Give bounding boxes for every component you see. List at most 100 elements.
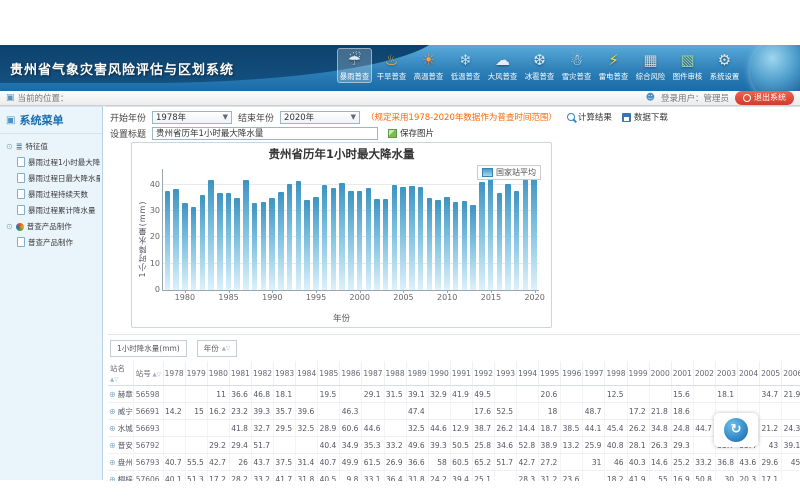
calculate-button[interactable]: 计算结果 — [567, 111, 612, 123]
row-expander-icon[interactable]: ⊕ — [109, 424, 116, 433]
row-expander-icon[interactable]: ⊕ — [109, 407, 116, 416]
year-column-header-1988[interactable]: 1988 — [384, 361, 406, 386]
sidebar-item-1-0[interactable]: 普查产品制作 — [2, 234, 100, 250]
tree-toggle-icon[interactable]: ⊙ — [6, 222, 13, 231]
year-column-header-1994[interactable]: 1994 — [517, 361, 539, 386]
value-cell-56793-1994: 42.7 — [517, 454, 539, 471]
logout-button[interactable]: 退出系统 — [735, 91, 794, 105]
year-column-header-2000[interactable]: 2000 — [649, 361, 671, 386]
year-column-header-1993[interactable]: 1993 — [494, 361, 516, 386]
year-column-header-2001[interactable]: 2001 — [671, 361, 693, 386]
map-review-icon: ▧ — [670, 50, 705, 70]
year-column-header-2004[interactable]: 2004 — [738, 361, 760, 386]
download-data-button[interactable]: 数据下载 — [622, 111, 668, 123]
nav-item-map-review[interactable]: ▧图件审核 — [670, 48, 705, 83]
year-column-header-2002[interactable]: 2002 — [693, 361, 715, 386]
col-name-header[interactable]: 站名 ▲▽ — [108, 361, 133, 386]
sidebar-group-0[interactable]: ⊙≣特征值 — [2, 138, 100, 154]
value-cell-56598-1980: 11 — [207, 386, 229, 403]
year-sort-filter[interactable]: 年份 ▲▽ — [197, 340, 237, 357]
year-column-header-1980[interactable]: 1980 — [207, 361, 229, 386]
value-cell-56693-1986: 60.6 — [340, 420, 362, 437]
col-id-header[interactable]: 站号 ▲▽ — [133, 361, 163, 386]
sidebar-item-0-0[interactable]: 暴雨过程1小时最大降水量 — [2, 154, 100, 170]
value-cell-56792-1990: 39.3 — [428, 437, 450, 454]
year-column-header-1979[interactable]: 1979 — [185, 361, 207, 386]
year-column-header-1990[interactable]: 1990 — [428, 361, 450, 386]
chart-title-input[interactable] — [152, 127, 378, 140]
year-column-header-2003[interactable]: 2003 — [715, 361, 737, 386]
nav-item-low-temp[interactable]: ❄低温普查 — [448, 48, 483, 83]
value-cell-56598-2000 — [649, 386, 671, 403]
year-column-header-1982[interactable]: 1982 — [251, 361, 273, 386]
row-expander-icon[interactable]: ⊕ — [109, 441, 116, 450]
nav-item-wind[interactable]: ☁大风普查 — [485, 48, 520, 83]
row-expander-icon[interactable]: ⊕ — [109, 475, 116, 482]
x-tick-label: 1990 — [262, 293, 282, 302]
value-cell-57606-1983: 41.7 — [274, 471, 296, 482]
year-column-header-1998[interactable]: 1998 — [605, 361, 627, 386]
table-filters: 1小时降水量(mm) 年份 ▲▽ — [110, 340, 800, 357]
start-year-select[interactable]: 1978年▼ — [152, 111, 232, 124]
sidebar-item-0-3[interactable]: 暴雨过程累计降水量 — [2, 202, 100, 218]
value-cell-57606-2001: 16.9 — [671, 471, 693, 482]
nav-item-lightning[interactable]: ⚡雷电普查 — [596, 48, 631, 83]
end-year-select[interactable]: 2020年▼ — [280, 111, 360, 124]
year-column-header-1999[interactable]: 1999 — [627, 361, 649, 386]
floating-service-widget[interactable]: ↻ — [714, 413, 758, 447]
value-cell-56691-1983: 35.7 — [274, 403, 296, 420]
x-tick-label: 2010 — [437, 293, 457, 302]
value-cell-56693-1982: 32.7 — [251, 420, 273, 437]
bar-2003 — [383, 199, 389, 290]
image-icon — [388, 129, 397, 138]
value-type-filter[interactable]: 1小时降水量(mm) — [110, 340, 187, 357]
year-column-header-1997[interactable]: 1997 — [583, 361, 605, 386]
year-column-header-1992[interactable]: 1992 — [472, 361, 494, 386]
row-expander-icon[interactable]: ⊕ — [109, 390, 116, 399]
nav-item-label: 雪灾普查 — [560, 71, 592, 81]
bar-1981 — [191, 207, 197, 290]
nav-item-high-temp[interactable]: ☀高温普查 — [411, 48, 446, 83]
table-row-56793: ⊕盘州5679340.755.542.72643.737.531.440.749… — [108, 454, 800, 471]
value-cell-56691-1984: 39.6 — [296, 403, 318, 420]
value-cell-56691-1997: 48.7 — [583, 403, 605, 420]
value-cell-56598-1987: 29.1 — [362, 386, 384, 403]
year-column-header-1996[interactable]: 1996 — [561, 361, 583, 386]
year-column-header-1986[interactable]: 1986 — [340, 361, 362, 386]
nav-item-composite-risk[interactable]: ▦综合风险 — [633, 48, 668, 83]
sidebar-item-0-1[interactable]: 暴雨过程日最大降水量 — [2, 170, 100, 186]
sort-arrows-icon[interactable]: ▲▽ — [151, 372, 161, 378]
nav-item-snow-disaster[interactable]: ☃雪灾普查 — [559, 48, 594, 83]
year-column-header-1991[interactable]: 1991 — [450, 361, 472, 386]
year-column-header-1981[interactable]: 1981 — [229, 361, 251, 386]
sidebar-group-1[interactable]: ⊙普查产品制作 — [2, 218, 100, 234]
y-tick-label: 0 — [155, 286, 160, 294]
nav-item-rainstorm[interactable]: ☔暴雨普查 — [337, 48, 372, 83]
nav-item-drought[interactable]: ♨干旱普查 — [374, 48, 409, 83]
year-column-header-1978[interactable]: 1978 — [163, 361, 185, 386]
rainstorm-icon: ☔ — [337, 50, 372, 70]
year-column-header-2005[interactable]: 2005 — [760, 361, 782, 386]
year-column-header-1989[interactable]: 1989 — [406, 361, 428, 386]
value-cell-56598-1983: 18.1 — [274, 386, 296, 403]
nav-item-hail[interactable]: ❆冰雹普查 — [522, 48, 557, 83]
sidebar-item-0-2[interactable]: 暴雨过程持续天数 — [2, 186, 100, 202]
year-column-header-1995[interactable]: 1995 — [539, 361, 561, 386]
year-column-header-1984[interactable]: 1984 — [296, 361, 318, 386]
value-cell-56693-1981: 41.8 — [229, 420, 251, 437]
x-tick-label: 2005 — [393, 293, 413, 302]
year-column-header-1983[interactable]: 1983 — [274, 361, 296, 386]
sidebar: ▣ 系统菜单 ⊙≣特征值暴雨过程1小时最大降水量暴雨过程日最大降水量暴雨过程持续… — [0, 106, 103, 480]
tree-toggle-icon[interactable]: ⊙ — [6, 142, 13, 151]
year-column-header-1987[interactable]: 1987 — [362, 361, 384, 386]
sidebar-item-label: 暴雨过程持续天数 — [28, 189, 88, 200]
year-column-header-2006[interactable]: 2006 — [782, 361, 800, 386]
value-cell-56693-2002: 44.7 — [693, 420, 715, 437]
row-expander-icon[interactable]: ⊕ — [109, 458, 116, 467]
value-cell-57606-2005: 17.1 — [760, 471, 782, 482]
bar-2020 — [531, 175, 537, 290]
save-image-button[interactable]: 保存图片 — [388, 127, 434, 139]
sort-arrows-icon[interactable]: ▲▽ — [110, 377, 118, 383]
year-column-header-1985[interactable]: 1985 — [318, 361, 340, 386]
nav-item-settings[interactable]: ⚙系统设置 — [707, 48, 742, 83]
